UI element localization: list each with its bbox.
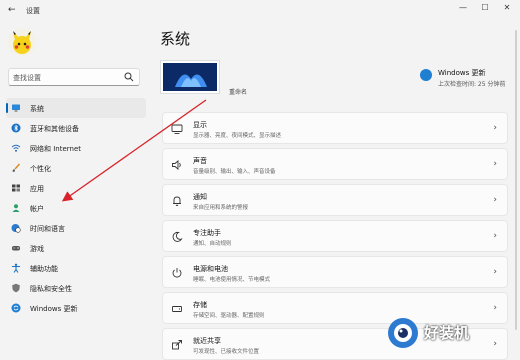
search-box[interactable] — [8, 68, 140, 86]
chevron-right-icon: › — [493, 195, 497, 205]
sidebar-item-gaming[interactable]: 游戏 — [6, 238, 146, 258]
active-indicator — [6, 103, 8, 113]
card-sound[interactable]: 声音 音量级别、输出、输入、声音设备 › — [162, 148, 508, 180]
card-subtitle: 通知、自动规则 — [193, 241, 232, 247]
sidebar-nav: 系统 蓝牙和其他设备 网络和 Internet 个性化 应用 帐户 时间和语言 … — [6, 98, 146, 318]
back-arrow-icon[interactable]: ← — [8, 5, 16, 15]
chevron-right-icon: › — [493, 123, 497, 133]
page-title: 系统 — [160, 30, 191, 48]
sidebar-item-network[interactable]: 网络和 Internet — [6, 138, 146, 158]
card-subtitle: 存储空间、驱动器、配置规则 — [193, 313, 265, 319]
card-subtitle: 可发现性、已接收文件位置 — [193, 349, 260, 355]
gamepad-icon — [12, 246, 20, 251]
update-icon — [11, 303, 21, 313]
sidebar-item-time-language[interactable]: 时间和语言 — [6, 218, 146, 238]
update-title: Windows 更新 — [438, 69, 486, 77]
chevron-right-icon: › — [493, 303, 497, 313]
card-title: 声音 — [193, 157, 207, 165]
card-power-battery[interactable]: 电源和电池 睡眠、电池使用情况、节电模式 › — [162, 256, 508, 288]
sidebar-item-accessibility[interactable]: 辅助功能 — [6, 258, 146, 278]
sidebar-item-label: 游戏 — [30, 245, 44, 253]
site-watermark: 好装机 — [386, 316, 506, 352]
card-focus-assist[interactable]: 专注助手 通知、自动规则 › — [162, 220, 508, 252]
chevron-right-icon: › — [493, 231, 497, 241]
close-button[interactable]: ✕ — [496, 0, 518, 18]
search-icon — [124, 72, 134, 82]
sidebar-item-label: 隐私和安全性 — [30, 285, 72, 293]
card-subtitle: 来自应用和系统的警报 — [193, 205, 249, 211]
update-icon — [420, 69, 432, 81]
scrollbar[interactable] — [515, 30, 517, 330]
watermark-logo-icon — [388, 318, 418, 348]
accessibility-icon — [12, 263, 20, 273]
update-subtitle: 上次检查时间: 25 分钟前 — [438, 81, 506, 88]
card-title: 显示 — [193, 121, 207, 129]
sidebar-item-bluetooth[interactable]: 蓝牙和其他设备 — [6, 118, 146, 138]
sidebar-item-label: 帐户 — [30, 205, 44, 213]
chevron-right-icon: › — [493, 159, 497, 169]
rename-link[interactable]: 重命名 — [229, 87, 247, 96]
bluetooth-icon — [11, 123, 21, 133]
sidebar-item-label: 个性化 — [30, 165, 51, 173]
shield-icon — [12, 283, 20, 293]
card-subtitle: 音量级别、输出、输入、声音设备 — [193, 169, 276, 175]
minimize-button[interactable]: — — [452, 0, 474, 18]
user-avatar[interactable] — [8, 28, 36, 56]
card-subtitle: 睡眠、电池使用情况、节电模式 — [193, 277, 271, 283]
apps-icon — [12, 184, 20, 192]
chevron-right-icon: › — [493, 267, 497, 277]
sidebar-item-label: 应用 — [30, 185, 44, 193]
share-icon — [172, 340, 182, 350]
card-title: 就近共享 — [193, 337, 221, 345]
sidebar-item-label: Windows 更新 — [30, 305, 78, 313]
search-input[interactable] — [13, 71, 121, 84]
sidebar-item-label: 系统 — [30, 105, 44, 113]
sidebar-item-apps[interactable]: 应用 — [6, 178, 146, 198]
maximize-button[interactable]: ☐ — [474, 0, 496, 18]
storage-icon — [172, 306, 182, 312]
speaker-icon — [172, 160, 181, 170]
pikachu-avatar-icon — [8, 28, 36, 56]
device-preview: 重命名 — [160, 60, 247, 96]
sidebar-item-label: 蓝牙和其他设备 — [30, 125, 79, 133]
sidebar-item-label: 网络和 Internet — [30, 145, 82, 153]
power-icon — [172, 268, 182, 278]
windows-wallpaper-icon — [163, 63, 217, 91]
card-title: 电源和电池 — [193, 265, 228, 273]
brush-icon — [12, 163, 21, 172]
watermark-text: 好装机 — [424, 324, 470, 342]
card-title: 存储 — [193, 301, 207, 309]
sidebar-item-label: 辅助功能 — [30, 265, 58, 273]
globe-clock-icon — [11, 224, 21, 233]
sidebar-item-accounts[interactable]: 帐户 — [6, 198, 146, 218]
card-title: 专注助手 — [193, 229, 221, 237]
card-title: 通知 — [193, 193, 207, 201]
monitor-icon — [12, 104, 20, 112]
title-bar: ← 设置 — ☐ ✕ — [0, 0, 520, 22]
window-title: 设置 — [26, 7, 40, 15]
sidebar-item-privacy[interactable]: 隐私和安全性 — [6, 278, 146, 298]
sidebar-item-windows-update[interactable]: Windows 更新 — [6, 298, 146, 318]
display-icon — [171, 124, 183, 134]
sidebar-item-personalization[interactable]: 个性化 — [6, 158, 146, 178]
moon-icon — [172, 231, 183, 242]
sidebar-item-label: 时间和语言 — [30, 225, 65, 233]
bell-icon — [173, 196, 181, 206]
card-display[interactable]: 显示 显示器、亮度、夜间模式、显示描述 › — [162, 112, 508, 144]
card-notifications[interactable]: 通知 来自应用和系统的警报 › — [162, 184, 508, 216]
card-subtitle: 显示器、亮度、夜间模式、显示描述 — [193, 133, 282, 139]
sidebar-item-system[interactable]: 系统 — [6, 98, 146, 118]
network-icon — [11, 144, 21, 152]
account-icon — [12, 204, 20, 212]
